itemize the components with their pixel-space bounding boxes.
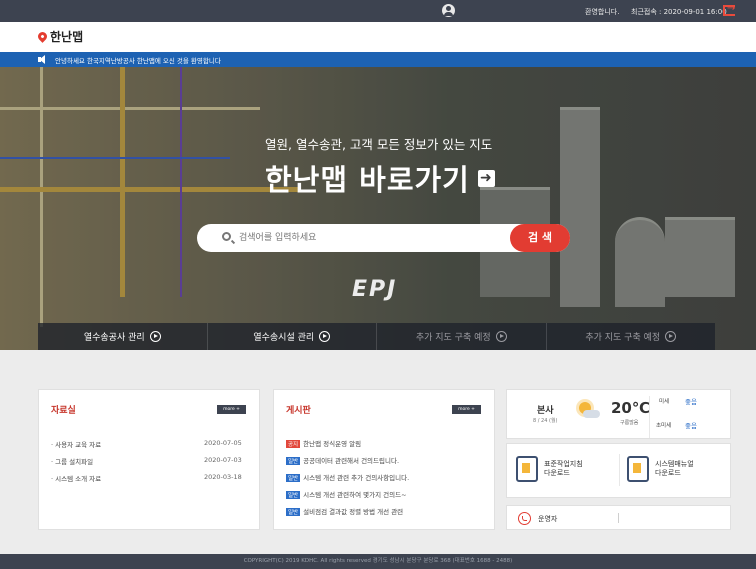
welcome-text: 환영합니다. (585, 8, 620, 16)
notice-bar: 안녕하세요 한국지역난방공사 한난맵에 오신 것을 환영합니다 (0, 52, 756, 67)
system-manual-download[interactable]: 시스템매뉴얼 다운로드 (627, 456, 694, 482)
quicknav-item-upcoming-map-2[interactable]: 추가 지도 구축 예정 (547, 323, 716, 350)
list-item[interactable]: 공지 한난맵 정식운영 알림 (286, 438, 361, 448)
download-label: 표준작업지침 (544, 460, 583, 468)
fine-dust-label: 미세 (659, 399, 670, 405)
cloud-icon (583, 410, 600, 418)
weather-date: 8 / 24 (월) (533, 418, 558, 424)
search-box: 검 색 (197, 224, 570, 252)
weather-condition: 구름많음 (620, 420, 639, 426)
general-badge: 일반 (286, 508, 301, 516)
header: 한난맵 (0, 22, 756, 52)
divider (649, 396, 650, 438)
list-item-title: · 사용자 교육 자료 (51, 441, 102, 449)
list-item-title: · 그룹 설치파일 (51, 458, 94, 466)
weather-temperature: 20℃ (611, 399, 651, 417)
list-item-title: 설비점검 결과값 정렬 방법 개선 관련 (303, 508, 404, 516)
hero-tagline: 열원, 열수송관, 고객 모든 정보가 있는 지도 (265, 137, 493, 152)
list-item-date: 2020-03-18 (204, 473, 242, 481)
list-item[interactable]: 일반 공공데이터 관련해서 건의드립니다. (286, 455, 399, 465)
board-more-button[interactable]: more + (452, 405, 481, 414)
general-badge: 일반 (286, 457, 301, 465)
operator-label: 운영자 (538, 515, 558, 523)
weather-location: 본사 (537, 406, 554, 416)
general-badge: 일반 (286, 491, 301, 499)
resources-more-button[interactable]: more + (217, 405, 246, 414)
play-circle-icon (495, 331, 507, 342)
divider (619, 454, 620, 486)
list-item[interactable]: · 그룹 설치파일 2020-07-03 (51, 456, 251, 466)
list-item-title: 시스템 개선 관련 추가 건의사항입니다. (303, 474, 410, 482)
notice-badge: 공지 (286, 440, 301, 448)
last-login-text: 최근접속 : 2020-09-01 16:00 (631, 8, 727, 16)
hero-banner: 열원, 열수송관, 고객 모든 정보가 있는 지도 한난맵 바로가기 ➜ 검 색… (0, 67, 756, 350)
arrow-right-icon: ➜ (477, 169, 495, 187)
quicknav-label: 열수송공사 관리 (83, 333, 145, 343)
divider (618, 513, 619, 523)
logout-icon[interactable] (723, 3, 735, 16)
manual-book-icon (627, 456, 649, 482)
epj-watermark: EPJ (352, 277, 398, 302)
list-item-title: 공공데이터 관련해서 건의드립니다. (303, 457, 400, 465)
map-pin-icon (36, 30, 49, 43)
list-item[interactable]: · 사용자 교육 자료 2020-07-05 (51, 439, 251, 449)
board-title: 게시판 (286, 406, 311, 416)
hero-title-link[interactable]: 한난맵 바로가기 ➜ (265, 157, 495, 199)
search-icon (222, 232, 231, 241)
play-circle-icon (319, 331, 331, 342)
board-panel: 게시판 more + 공지 한난맵 정식운영 알림 일반 공공데이터 관련해서 건의… (273, 389, 495, 530)
list-item-title: · 시스템 소개 자료 (51, 475, 102, 483)
search-input[interactable] (239, 230, 499, 246)
list-item-title: 한난맵 정식운영 알림 (303, 440, 362, 448)
top-bar: 환영합니다. 최근접속 : 2020-09-01 16:00 (0, 0, 756, 22)
logo[interactable]: 한난맵 (36, 28, 84, 45)
list-item-date: 2020-07-03 (204, 456, 242, 464)
download-sublabel: 다운로드 (544, 469, 570, 477)
ultrafine-dust-label: 초미세 (656, 423, 672, 429)
resources-panel: 자료실 more + · 사용자 교육 자료 2020-07-05 · 그룹 설… (38, 389, 260, 530)
hero-overlay (0, 67, 756, 350)
download-sublabel: 다운로드 (655, 469, 681, 477)
quicknav-item-heat-transport-construction[interactable]: 열수송공사 관리 (38, 323, 208, 350)
quicknav-item-upcoming-map-1[interactable]: 추가 지도 구축 예정 (377, 323, 547, 350)
downloads-widget: 표준작업지침 다운로드 시스템매뉴얼 다운로드 (506, 443, 731, 498)
play-circle-icon (149, 331, 161, 342)
list-item[interactable]: 일반 시스템 개선 관련 추가 건의사항입니다. (286, 472, 409, 482)
general-badge: 일반 (286, 474, 301, 482)
resources-title: 자료실 (51, 406, 76, 416)
quicknav-label: 추가 지도 구축 예정 (585, 333, 661, 343)
logo-text: 한난맵 (50, 30, 84, 44)
list-item[interactable]: 일반 설비점검 결과값 정렬 방법 개선 관련 (286, 506, 403, 516)
phone-icon (518, 512, 531, 525)
list-item-date: 2020-07-05 (204, 439, 242, 447)
document-download-icon (516, 456, 538, 482)
search-button[interactable]: 검 색 (510, 224, 570, 252)
operator-contact[interactable]: 운영자 (506, 505, 731, 530)
quicknav-item-heat-transport-facility[interactable]: 열수송시설 관리 (208, 323, 377, 350)
play-circle-icon (665, 331, 677, 342)
download-label: 시스템매뉴얼 (655, 460, 694, 468)
weather-widget: 본사 8 / 24 (월) 20℃ 구름많음 미세 좋음 초미세 좋음 (506, 389, 731, 439)
list-item-title: 시스템 개선 관련하여 몇가지 건의드~ (303, 491, 407, 499)
list-item[interactable]: 일반 시스템 개선 관련하여 몇가지 건의드~ (286, 489, 407, 499)
list-item[interactable]: · 시스템 소개 자료 2020-03-18 (51, 473, 251, 483)
standard-guide-download[interactable]: 표준작업지침 다운로드 (516, 456, 583, 482)
notice-text: 안녕하세요 한국지역난방공사 한난맵에 오신 것을 환영합니다 (55, 57, 221, 65)
fine-dust-value: 좋음 (685, 398, 697, 406)
speaker-icon (38, 55, 47, 64)
hero-title: 한난맵 바로가기 (265, 163, 470, 197)
ultrafine-dust-value: 좋음 (685, 422, 697, 430)
user-icon[interactable] (442, 4, 455, 17)
quicknav-label: 추가 지도 구축 예정 (415, 333, 491, 343)
quick-nav: 열수송공사 관리 열수송시설 관리 추가 지도 구축 예정 추가 지도 구축 예… (38, 323, 715, 350)
quicknav-label: 열수송시설 관리 (253, 333, 315, 343)
footer: COPYRIGHT(C) 2019 KDHC. All rights reser… (0, 554, 756, 569)
